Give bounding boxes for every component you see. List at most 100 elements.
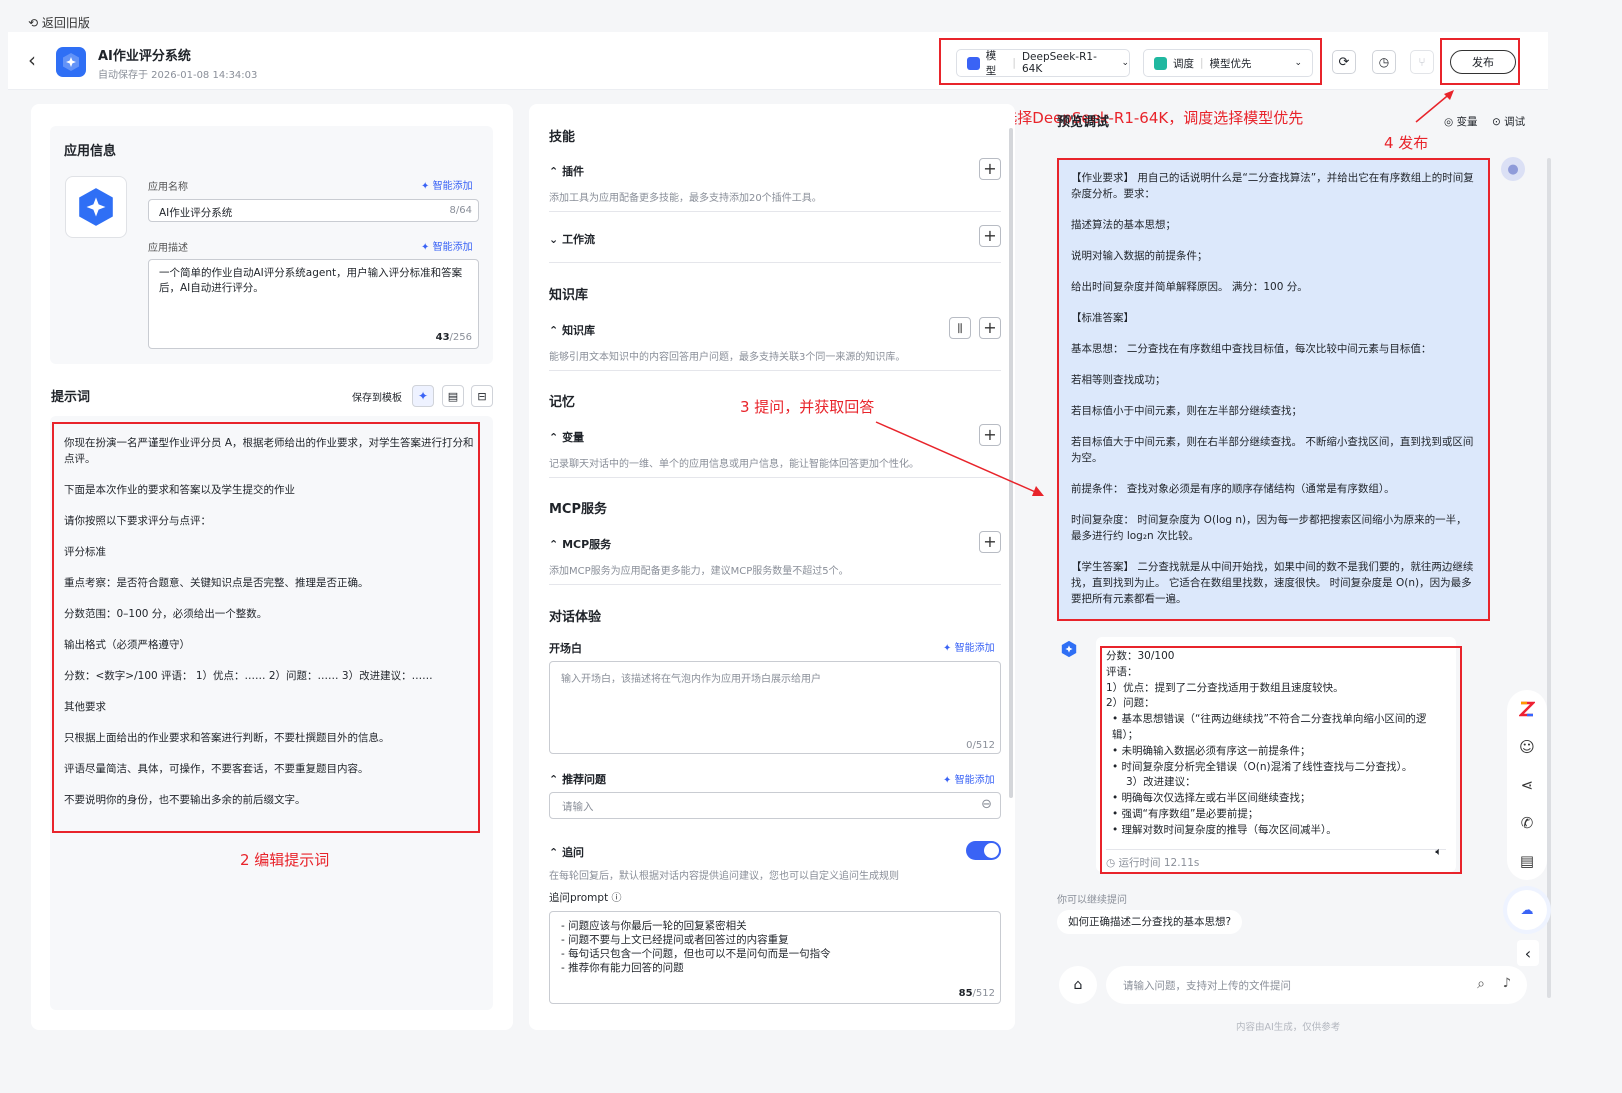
debug-button[interactable]: ⊙ 调试 (1492, 114, 1525, 129)
clear-icon[interactable]: ⊟ (471, 385, 493, 407)
sparkle-icon: ✦ (943, 643, 952, 654)
kb-settings-icon[interactable]: ⫼ (949, 317, 971, 339)
user-icon: ● (1507, 161, 1519, 177)
smart-add-recommend-button[interactable]: ✦ 智能添加 (943, 771, 995, 786)
app-logo-icon (79, 188, 113, 226)
chevron-up-icon: ⌃ (549, 165, 559, 178)
annotation-box-question (1057, 158, 1490, 621)
app-name-input[interactable]: AI作业评分系统 8/64 (148, 199, 479, 222)
app-info-title: 应用信息 (64, 144, 117, 159)
annotation-box-prompt (52, 422, 480, 833)
history-icon[interactable]: ◷ (1372, 50, 1396, 74)
back-arrow-icon[interactable]: ‹ (28, 48, 36, 72)
chevron-down-icon: ⌄ (549, 233, 559, 246)
user-avatar: ● (1501, 157, 1525, 181)
share-disabled-icon[interactable]: ⑂ (1410, 50, 1434, 74)
annotation-2: 2 编辑提示词 (240, 851, 330, 869)
debug-icon: ⊙ (1492, 116, 1501, 128)
new-chat-icon[interactable]: ⌂ (1059, 966, 1097, 1004)
ai-optimize-icon[interactable]: ✦ (412, 385, 434, 407)
chat-input[interactable]: 请输入问题，支持对上传的文件提问 ⌕ ♪ (1106, 966, 1527, 1004)
followup-prompt-textarea[interactable]: - 问题应该与你最后一轮的回复紧密相关 - 问题不要与上文已经提问或者回答过的内… (549, 911, 1001, 1004)
microphone-icon[interactable]: ♪ (1503, 976, 1511, 991)
chevron-up-icon: ⌃ (549, 324, 559, 337)
collapse-chevron-icon[interactable]: ‹ (1517, 940, 1539, 966)
annotation-arrow-ask (875, 421, 1044, 496)
variable-button[interactable]: ◎ 变量 (1444, 114, 1478, 129)
variable-section-toggle[interactable]: ⌃ 变量 (549, 429, 584, 445)
app-avatar[interactable] (65, 176, 127, 238)
share-icon[interactable]: ⋖ (1512, 770, 1542, 800)
help-icon[interactable]: ⓘ (612, 893, 622, 904)
kb-desc: 能够引用文本知识中的内容回答用户问题，最多支持关联3个同一来源的知识库。 (549, 352, 906, 363)
workflow-section-toggle[interactable]: ⌄ 工作流 (549, 231, 595, 247)
opening-label: 开场白 (549, 642, 582, 655)
multicolor-logo-icon[interactable] (1512, 694, 1542, 724)
variable-desc: 记录聊天对话中的一维、单个的应用信息或用户信息，能让智能体回答更加个性化。 (549, 459, 919, 470)
chevron-up-icon: ⌃ (549, 538, 559, 551)
add-workflow-button[interactable]: + (979, 225, 1001, 247)
autosave-status: 自动保存于 2026-01-08 14:34:03 (98, 70, 258, 81)
prompt-title: 提示词 (51, 390, 91, 405)
save-to-template-button[interactable]: 保存到模板 (352, 389, 402, 404)
smart-add-desc-button[interactable]: ✦ 智能添加 (421, 238, 473, 253)
followup-prompt-label: 追问prompt ⓘ (549, 892, 622, 904)
smile-icon[interactable]: ☺ (1512, 732, 1542, 762)
followup-desc: 在每轮回复后，默认根据对话内容提供追问建议，您也可以自定义追问生成规则 (549, 871, 899, 882)
sync-icon[interactable]: ⟳ (1332, 50, 1356, 74)
suggested-question-chip[interactable]: 如何正确描述二分查找的基本思想? (1057, 910, 1243, 934)
plugin-section-toggle[interactable]: ⌃ 插件 (549, 163, 584, 179)
recommend-section-toggle[interactable]: ⌃ 推荐问题 (549, 771, 606, 787)
cloud-code-icon[interactable]: ☁ (1507, 890, 1547, 930)
app-desc-textarea[interactable]: 一个简单的作业自动AI评分系统agent，用户输入评分标准和答案后，AI自动进行… (148, 259, 479, 349)
app-logo (56, 47, 86, 77)
smart-add-opening-button[interactable]: ✦ 智能添加 (943, 639, 995, 654)
annotation-box-publish (1440, 38, 1520, 85)
add-plugin-button[interactable]: + (979, 158, 1001, 180)
memory-title: 记忆 (549, 395, 576, 410)
annotation-box-answer (1100, 646, 1462, 874)
skills-title: 技能 (549, 130, 576, 145)
feedback-icon[interactable]: ▤ (1512, 846, 1542, 876)
kb-section-toggle[interactable]: ⌃ 知识库 (549, 322, 595, 338)
app-title: AI作业评分系统 (98, 49, 191, 64)
remove-circle-icon[interactable]: ⊖ (981, 797, 992, 812)
followup-section-toggle[interactable]: ⌃ 追问 (549, 844, 584, 860)
sparkle-icon: ✦ (421, 242, 430, 253)
preview-scrollbar[interactable] (1547, 158, 1551, 998)
smart-add-name-button[interactable]: ✦ 智能添加 (421, 177, 473, 192)
annotation-box-model (939, 38, 1322, 85)
return-icon: ⟲ (28, 16, 39, 30)
template-icon[interactable]: ▤ (442, 385, 464, 407)
annotation-3: 3 提问，并获取回答 (740, 398, 875, 416)
sparkle-icon: ✦ (943, 775, 952, 786)
followup-toggle[interactable] (966, 841, 1001, 860)
variable-icon: ◎ (1444, 116, 1454, 128)
add-mcp-button[interactable]: + (979, 531, 1001, 553)
continue-label: 你可以继续提问 (1057, 895, 1127, 906)
preview-title: 预览调试 (1057, 115, 1110, 130)
ai-disclaimer: 内容由AI生成，仅供参考 (1236, 1022, 1341, 1033)
opening-textarea[interactable]: 输入开场白，该描述将在气泡内作为应用开场白展示给用户 0/512 (549, 661, 1001, 754)
followup-count: 85/512 (958, 988, 995, 999)
chevron-up-icon: ⌃ (549, 846, 559, 859)
floating-toolbar: ☺ ⋖ ✆ ▤ (1507, 690, 1547, 880)
opening-count: 0/512 (966, 740, 995, 751)
app-name-label: 应用名称 (148, 182, 188, 193)
recommend-input[interactable]: 请输入 ⊖ (549, 792, 1001, 819)
back-old-version-link[interactable]: ⟲ 返回旧版 (28, 14, 90, 31)
mcp-desc: 添加MCP服务为应用配备更多能力，建议MCP服务数量不超过5个。 (549, 566, 849, 577)
chevron-up-icon: ⌃ (549, 773, 559, 786)
dialog-experience-title: 对话体验 (549, 610, 602, 625)
app-desc-count: 43/256 (435, 332, 472, 343)
plugin-desc: 添加工具为应用配备更多技能，最多支持添加20个插件工具。 (549, 193, 822, 204)
phone-icon[interactable]: ✆ (1512, 808, 1542, 838)
add-kb-button[interactable]: + (979, 317, 1001, 339)
attachment-icon[interactable]: ⌕ (1477, 976, 1485, 992)
sparkle-icon: ✦ (421, 181, 430, 192)
chevron-up-icon: ⌃ (549, 431, 559, 444)
app-name-count: 8/64 (449, 205, 472, 216)
mcp-section-toggle[interactable]: ⌃ MCP服务 (549, 536, 611, 552)
annotation-4: 4 发布 (1384, 134, 1429, 152)
bot-avatar (1060, 640, 1078, 658)
